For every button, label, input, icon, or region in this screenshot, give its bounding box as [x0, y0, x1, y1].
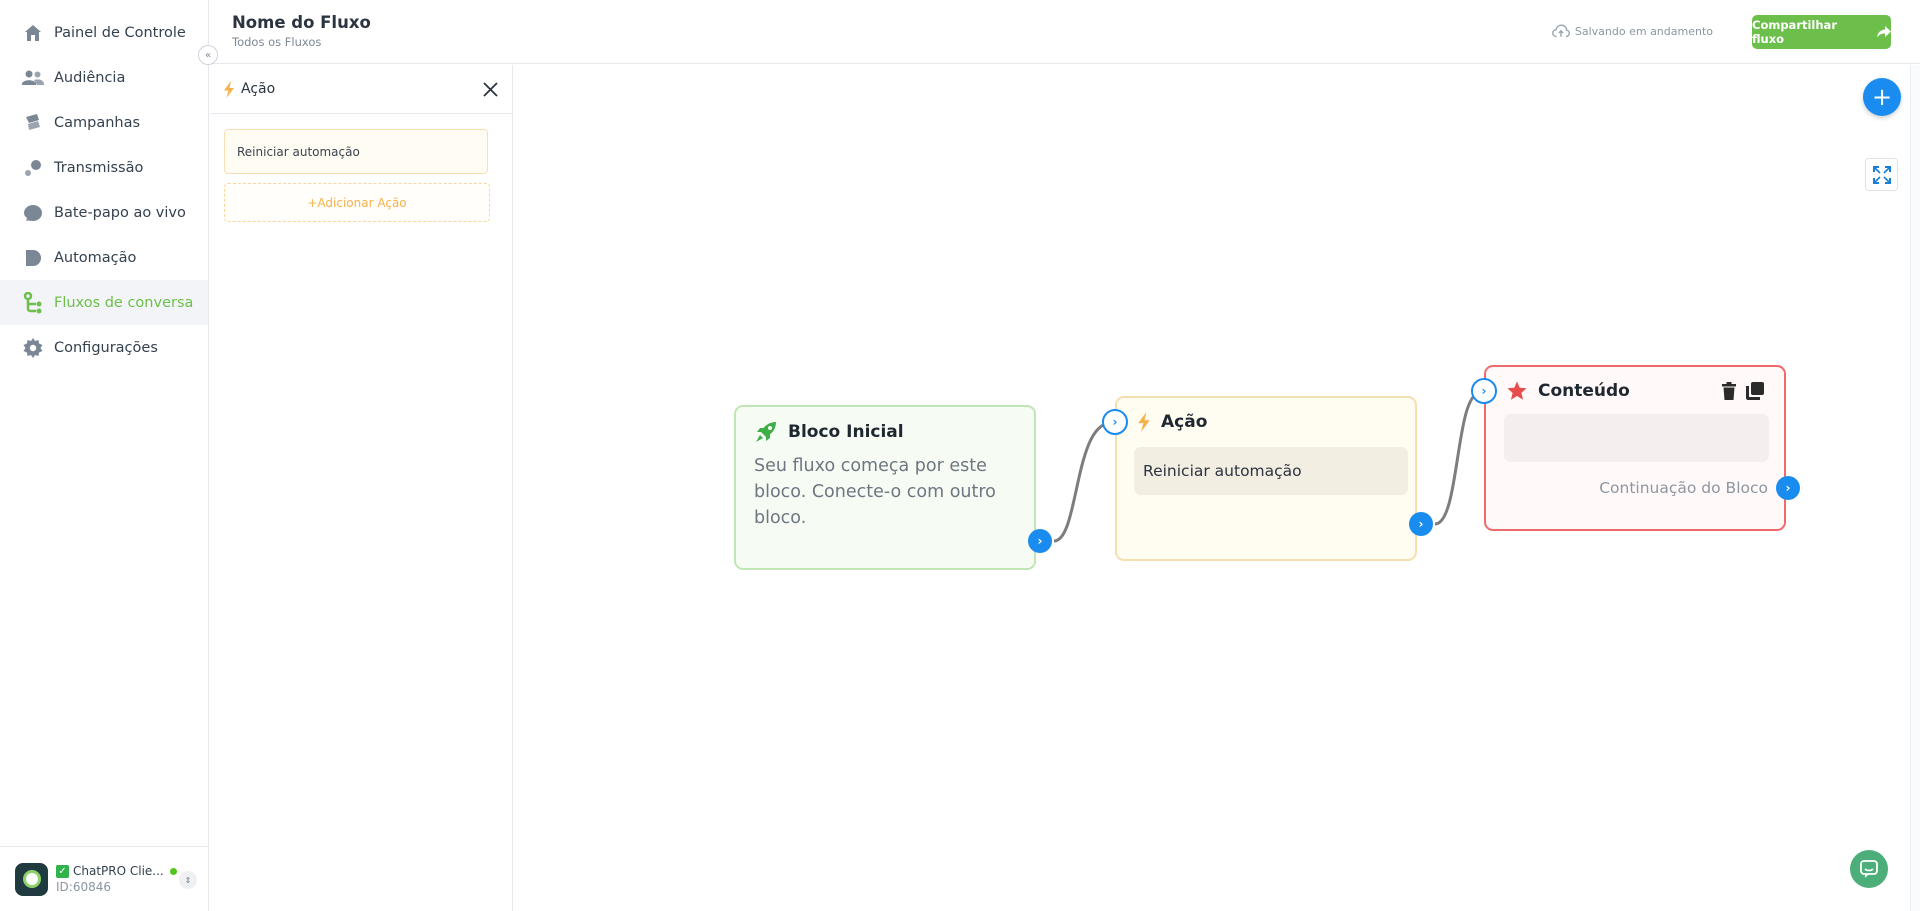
start-block-description: Seu fluxo começa por este bloco. Conecte… [754, 456, 996, 528]
account-id: ID:60846 [56, 880, 111, 894]
action-item-restart-automation[interactable]: Reiniciar automação [224, 129, 488, 174]
star-icon [1506, 380, 1528, 402]
fit-view-button[interactable] [1865, 158, 1898, 191]
account-name: ChatPRO Clie... [73, 864, 164, 878]
share-arrow-icon [1877, 26, 1891, 38]
account-switcher[interactable]: ✓ ChatPRO Clie... ID:60846 ⇕ [0, 846, 209, 911]
start-block[interactable]: Bloco Inicial Seu fluxo começa por este … [734, 405, 1036, 570]
action-block[interactable]: Ação Reiniciar automação [1115, 396, 1417, 561]
sidebar-item-automation[interactable]: Automação [0, 235, 208, 280]
sidebar-item-label: Campanhas [54, 114, 141, 131]
sidebar-item-broadcast[interactable]: Transmissão [0, 145, 208, 190]
collapse-sidebar-button[interactable]: « [198, 45, 218, 65]
rocket-icon [754, 420, 778, 444]
action-block-input-port[interactable]: › [1102, 409, 1128, 435]
verified-check-icon: ✓ [56, 864, 69, 878]
content-block-input-port[interactable]: › [1471, 378, 1497, 404]
content-block-output-port[interactable]: › [1776, 476, 1800, 500]
action-panel-header: Ação [210, 65, 512, 114]
content-block[interactable]: Conteúdo Continuação do Bloco [1484, 365, 1786, 531]
sidebar-item-audience[interactable]: Audiência [0, 55, 208, 100]
home-icon [22, 22, 44, 44]
sidebar-item-live-chat[interactable]: Bate-papo ao vivo [0, 190, 208, 235]
expand-icon [1872, 165, 1891, 184]
chevron-right-icon: › [1112, 415, 1118, 429]
content-block-title: Conteúdo [1538, 381, 1630, 401]
chevron-right-icon: › [1785, 481, 1791, 495]
users-icon [22, 67, 44, 89]
sidebar-item-campaigns[interactable]: Campanhas [0, 100, 208, 145]
sidebar-item-label: Painel de Controle [54, 24, 186, 41]
sidebar-item-label: Configurações [54, 339, 158, 356]
header: Nome do Fluxo Todos os Fluxos Salvando e… [210, 0, 1920, 64]
gear-icon [22, 337, 44, 359]
broadcast-icon [22, 157, 44, 179]
sidebar-item-label: Audiência [54, 69, 126, 86]
campaign-icon [22, 112, 44, 134]
online-status-dot [169, 867, 177, 875]
chat-icon [1859, 859, 1879, 879]
sidebar-item-label: Fluxos de conversa [54, 294, 194, 311]
add-action-button[interactable]: +Adicionar Ação [224, 183, 490, 222]
flow-canvas[interactable]: Bloco Inicial Seu fluxo começa por este … [514, 65, 1920, 911]
action-block-item[interactable]: Reiniciar automação [1134, 447, 1408, 495]
lightning-icon [1137, 411, 1151, 433]
saving-status-text: Salvando em andamento [1574, 24, 1713, 38]
sidebar-item-label: Bate-papo ao vivo [54, 204, 186, 221]
connector-start-to-action [1053, 421, 1112, 543]
flow-title[interactable]: Nome do Fluxo [232, 13, 371, 32]
flow-builder-app: Painel de Controle Audiência Campanhas T… [0, 0, 1920, 911]
lightning-icon [223, 80, 235, 98]
flow-icon [22, 291, 44, 314]
close-panel-button[interactable] [480, 79, 500, 99]
sidebar-item-conversation-flows[interactable]: Fluxos de conversa [0, 280, 208, 325]
connector-action-to-content [1434, 391, 1481, 526]
chevron-right-icon: › [1418, 517, 1424, 531]
breadcrumb-all-flows[interactable]: Todos os Fluxos [232, 35, 321, 49]
add-block-button[interactable]: + [1863, 78, 1901, 116]
sidebar-nav: Painel de Controle Audiência Campanhas T… [0, 0, 208, 370]
canvas-scrollbar[interactable] [1910, 65, 1920, 911]
automation-icon [22, 247, 44, 269]
content-block-placeholder[interactable] [1504, 414, 1769, 462]
double-chevron-left-icon: « [204, 49, 212, 61]
chat-bubble-icon [22, 202, 44, 224]
sidebar-item-dashboard[interactable]: Painel de Controle [0, 10, 208, 55]
cloud-upload-icon [1551, 24, 1570, 38]
content-block-continuation: Continuação do Bloco [1599, 479, 1768, 497]
start-block-title: Bloco Inicial [788, 422, 904, 442]
support-chat-button[interactable] [1850, 850, 1888, 888]
duplicate-icon[interactable] [1746, 382, 1764, 400]
share-flow-button[interactable]: Compartilhar fluxo [1752, 15, 1891, 49]
saving-status: Salvando em andamento [1551, 24, 1713, 38]
action-block-output-port[interactable]: › [1409, 512, 1433, 536]
share-flow-label: Compartilhar fluxo [1752, 18, 1837, 46]
chevron-right-icon: › [1481, 384, 1487, 398]
action-panel-title: Ação [241, 81, 276, 97]
plus-icon: + [1871, 83, 1893, 111]
close-icon [482, 81, 498, 97]
sidebar-item-label: Transmissão [54, 159, 144, 176]
account-switch-icon[interactable]: ⇕ [179, 871, 197, 889]
trash-icon[interactable] [1722, 382, 1736, 400]
sidebar: Painel de Controle Audiência Campanhas T… [0, 0, 209, 911]
action-panel: Ação Reiniciar automação +Adicionar Ação [210, 65, 513, 911]
avatar [15, 862, 48, 896]
sidebar-item-settings[interactable]: Configurações [0, 325, 208, 370]
action-block-title: Ação [1161, 412, 1208, 432]
chevron-right-icon: › [1037, 534, 1043, 548]
sidebar-item-label: Automação [54, 249, 137, 266]
start-block-output-port[interactable]: › [1028, 529, 1052, 553]
